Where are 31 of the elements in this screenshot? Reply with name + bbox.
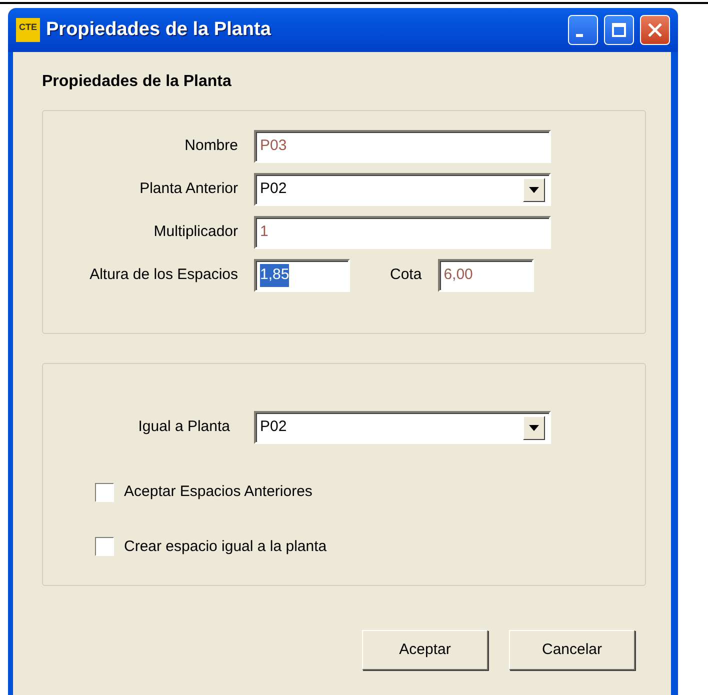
checkbox-label: Aceptar Espacios Anteriores — [124, 482, 312, 502]
maximize-button[interactable] — [604, 15, 634, 45]
close-icon — [647, 22, 663, 38]
field-label: Altura de los Espacios — [88, 265, 238, 286]
dropdown-field[interactable]: P02 — [254, 411, 551, 444]
dropdown-arrow-button[interactable] — [523, 178, 545, 202]
input-field[interactable]: 6,00 — [438, 259, 534, 292]
dropdown-arrow-button[interactable] — [523, 416, 545, 440]
input-field[interactable]: 1 — [254, 216, 551, 249]
caret-icon — [529, 186, 539, 192]
checkbox[interactable] — [95, 537, 114, 556]
window-title: Propiedades de la Planta — [46, 18, 272, 42]
field-label: Planta Anterior — [138, 179, 238, 200]
minimize-icon — [576, 34, 583, 37]
field-label: Multiplicador — [152, 222, 238, 242]
input-field[interactable]: P03 — [254, 130, 551, 163]
minimize-button[interactable] — [568, 15, 598, 45]
app-icon: CTE — [16, 18, 40, 42]
dialog-heading: Propiedades de la Planta — [42, 72, 232, 92]
field-label: Cota — [390, 265, 422, 286]
dialog-button[interactable]: Aceptar — [362, 630, 488, 670]
dialog-button[interactable]: Cancelar — [509, 630, 635, 670]
input-field[interactable]: 1,85 — [254, 259, 350, 292]
checkbox[interactable] — [95, 482, 114, 502]
checkbox-label: Crear espacio igual a la planta — [124, 536, 327, 556]
field-label: Igual a Planta — [137, 417, 230, 438]
close-button[interactable] — [640, 15, 670, 45]
caret-icon — [529, 424, 539, 430]
field-label: Nombre — [184, 136, 238, 156]
dropdown-field[interactable]: P02 — [254, 173, 551, 206]
maximize-icon — [611, 22, 627, 38]
